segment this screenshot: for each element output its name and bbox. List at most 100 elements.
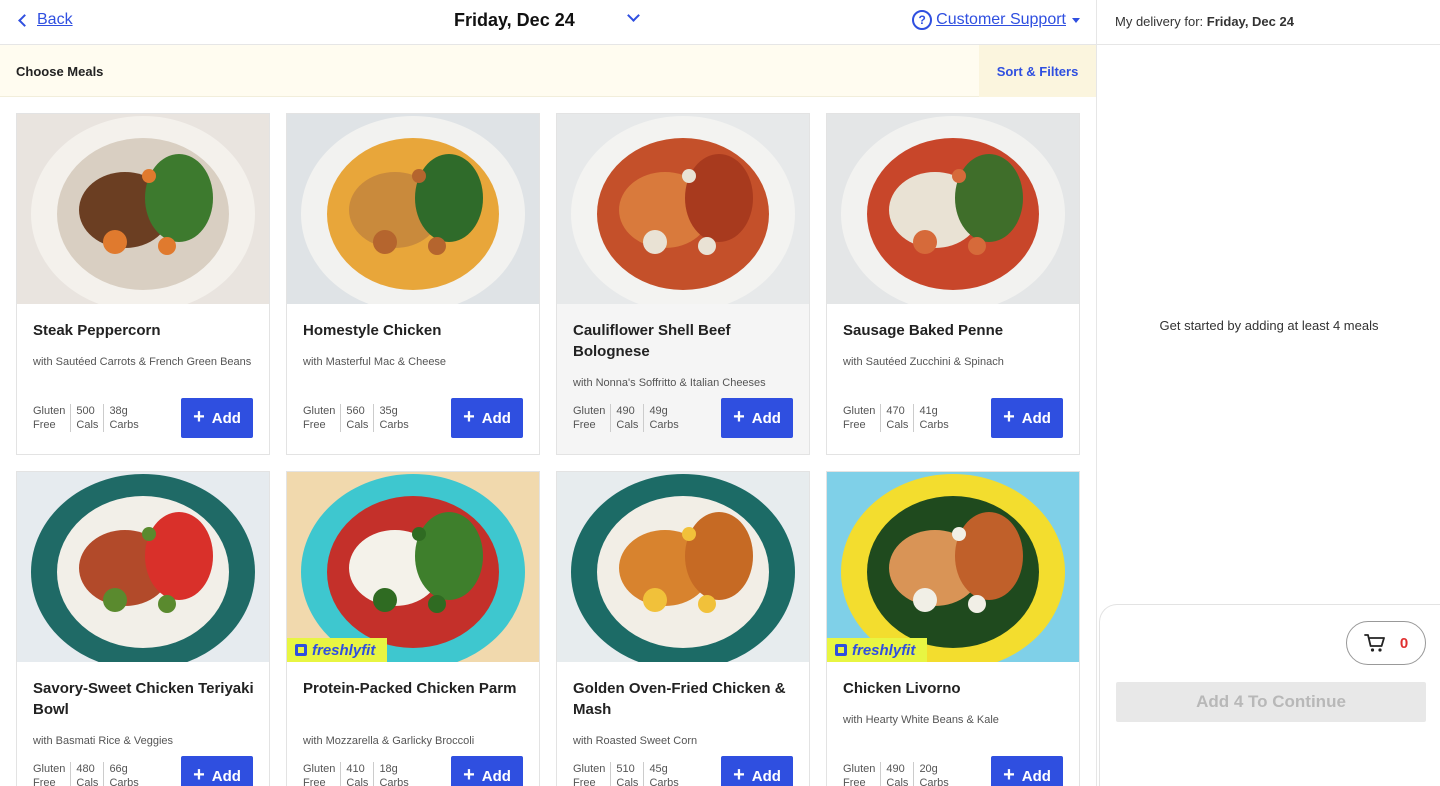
cart-icon [1363,634,1385,652]
meal-card[interactable]: Steak Peppercorn with Sautéed Carrots & … [16,113,270,455]
delivery-prefix: My delivery for: [1115,14,1204,29]
meal-name: Chicken Livorno [843,680,961,697]
freshly-fit-icon [295,644,307,656]
continue-button[interactable]: Add 4 To Continue [1116,682,1426,722]
choose-meals-bar: Choose Meals Sort & Filters [0,45,1096,97]
meal-name: Cauliflower Shell Beef Bolognese [573,322,731,360]
meal-image: freshlyfit [287,472,539,662]
plus-icon: + [463,406,475,428]
meal-description: with Roasted Sweet Corn [573,735,698,747]
meal-description: with Hearty White Beans & Kale [843,714,999,726]
meal-name: Homestyle Chicken [303,322,442,339]
section-title: Choose Meals [16,64,104,79]
meal-name: Savory-Sweet Chicken Teriyaki Bowl [33,680,254,718]
meal-card[interactable]: freshlyfit Chicken Livorno with Hearty W… [826,471,1080,786]
nutrition-info: Gluten Free 480 Cals 66g Carbs [33,762,144,786]
meal-name: Steak Peppercorn [33,322,161,339]
add-meal-button[interactable]: + Add [451,756,523,786]
meal-name: Golden Oven-Fried Chicken & Mash [573,680,786,718]
add-meal-button[interactable]: + Add [721,756,793,786]
calories: 410 Cals [340,762,373,786]
meal-photo [17,472,269,662]
freshly-fit-badge: freshlyfit [827,638,927,662]
meal-photo [827,114,1079,304]
carbs: 38g Carbs [103,404,143,432]
plus-icon: + [463,764,475,786]
freshly-fit-badge: freshlyfit [287,638,387,662]
nutrition-info: Gluten Free 490 Cals 49g Carbs [573,404,684,432]
carbs: 66g Carbs [103,762,143,786]
meal-image [557,114,809,304]
calories: 510 Cals [610,762,643,786]
meal-card[interactable]: Golden Oven-Fried Chicken & Mash with Ro… [556,471,810,786]
meal-image [17,114,269,304]
add-meal-button[interactable]: + Add [451,398,523,438]
meal-selection-main: Back Friday, Dec 24 ? Customer Support C… [0,0,1096,786]
meal-card[interactable]: Savory-Sweet Chicken Teriyaki Bowl with … [16,471,270,786]
nutrition-info: Gluten Free 410 Cals 18g Carbs [303,762,414,786]
nutrition-info: Gluten Free 490 Cals 20g Carbs [843,762,954,786]
plus-icon: + [733,764,745,786]
empty-cart-message: Get started by adding at least 4 meals [1159,318,1379,333]
cart-count: 0 [1399,634,1409,652]
nutrition-info: Gluten Free 510 Cals 45g Carbs [573,762,684,786]
add-meal-button[interactable]: + Add [991,398,1063,438]
plus-icon: + [193,764,205,786]
meal-card[interactable]: Homestyle Chicken with Masterful Mac & C… [286,113,540,455]
carbs: 18g Carbs [373,762,413,786]
calories: 470 Cals [880,404,913,432]
meal-description: with Mozzarella & Garlicky Broccoli [303,735,475,747]
add-label: Add [751,409,781,427]
meal-card[interactable]: freshlyfit Protein-Packed Chicken Parm w… [286,471,540,786]
add-label: Add [751,767,781,785]
add-meal-button[interactable]: + Add [991,756,1063,786]
top-bar: Back Friday, Dec 24 ? Customer Support [0,0,1096,45]
add-meal-button[interactable]: + Add [721,398,793,438]
carbs: 49g Carbs [643,404,683,432]
back-label: Back [37,11,73,28]
meal-description: with Basmati Rice & Veggies [33,735,174,747]
calories: 560 Cals [340,404,373,432]
delivery-date: Friday, Dec 24 [1206,14,1294,29]
back-link[interactable]: Back [18,11,73,29]
caret-down-icon [1072,17,1080,23]
badge-label: freshlyfit [852,641,916,659]
cart-button[interactable]: 0 [1346,621,1426,665]
chevron-left-icon [18,13,31,27]
calories: 480 Cals [70,762,103,786]
customer-support-label: Customer Support [936,11,1066,28]
diet-tag: Gluten Free [843,763,876,786]
meal-card[interactable]: Cauliflower Shell Beef Bolognese with No… [556,113,810,455]
meal-description: with Masterful Mac & Cheese [303,356,447,368]
nutrition-info: Gluten Free 560 Cals 35g Carbs [303,404,414,432]
meal-description: with Sautéed Zucchini & Spinach [843,356,1004,368]
customer-support-menu[interactable]: ? Customer Support [912,10,1080,30]
nutrition-info: Gluten Free 470 Cals 41g Carbs [843,404,954,432]
meal-image [287,114,539,304]
diet-tag: Gluten Free [33,763,66,786]
delivery-date-picker[interactable]: Friday, Dec 24 [454,10,575,31]
badge-label: freshlyfit [312,641,376,659]
add-meal-button[interactable]: + Add [181,756,253,786]
delivery-header: My delivery for: Friday, Dec 24 [1097,0,1440,45]
meal-name: Sausage Baked Penne [843,322,1004,339]
plus-icon: + [1003,406,1015,428]
nutrition-info: Gluten Free 500 Cals 38g Carbs [33,404,144,432]
carbs: 35g Carbs [373,404,413,432]
add-label: Add [211,767,241,785]
cart-footer: 0 Add 4 To Continue [1099,604,1440,786]
meal-description: with Nonna's Soffritto & Italian Cheeses [573,377,766,389]
meal-image [557,472,809,662]
meal-card[interactable]: Sausage Baked Penne with Sautéed Zucchin… [826,113,1080,455]
meal-name: Protein-Packed Chicken Parm [303,680,517,697]
calories: 500 Cals [70,404,103,432]
calories: 490 Cals [880,762,913,786]
meal-image: freshlyfit [827,472,1079,662]
sort-filters-button[interactable]: Sort & Filters [979,45,1096,97]
chevron-down-icon[interactable] [627,9,640,22]
meal-photo [287,472,539,662]
add-meal-button[interactable]: + Add [181,398,253,438]
plus-icon: + [193,406,205,428]
diet-tag: Gluten Free [573,763,606,786]
add-label: Add [211,409,241,427]
